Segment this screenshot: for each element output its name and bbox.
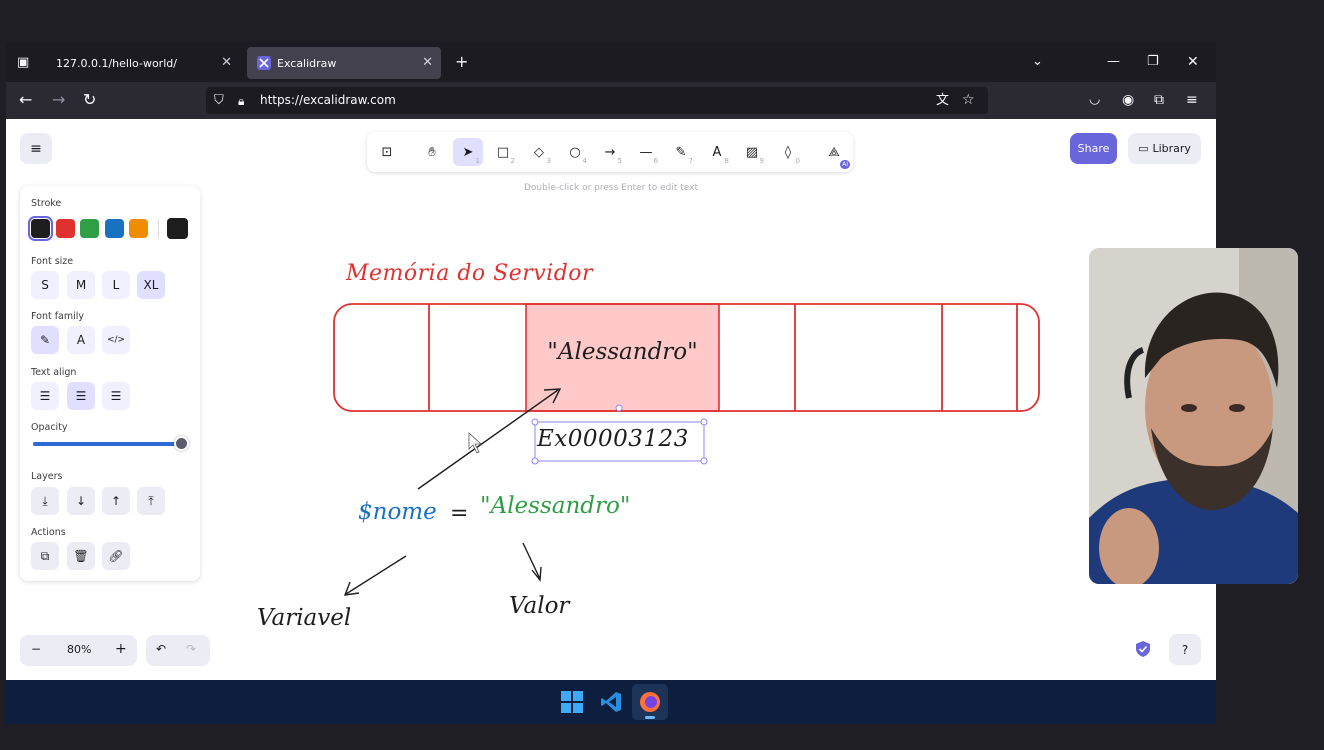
browser-tab-bar: ▣ 127.0.0.1/hello-world/ ✕ Excalidraw ✕ …	[6, 42, 1216, 82]
variable-label[interactable]: Variavel	[257, 605, 351, 631]
tab-overview-icon[interactable]: ▣	[17, 55, 29, 71]
undo-icon[interactable]: ↶	[156, 642, 166, 656]
shield-icon[interactable]: ⛉	[214, 93, 224, 109]
webcam-overlay	[1089, 248, 1298, 584]
translate-icon[interactable]: 文	[936, 93, 949, 109]
zoom-out-button[interactable]: −	[31, 642, 41, 656]
extensions-icon[interactable]: ⧉	[1154, 92, 1164, 108]
resize-handle[interactable]	[700, 418, 708, 426]
minimize-icon[interactable]: —	[1107, 54, 1120, 70]
tab-hello-world[interactable]: 127.0.0.1/hello-world/ ✕	[46, 47, 240, 79]
back-icon[interactable]: ←	[19, 92, 32, 108]
firefox-icon	[640, 692, 660, 712]
forward-icon[interactable]: →	[52, 92, 65, 108]
shield-check-icon[interactable]	[1134, 640, 1152, 658]
os-taskbar	[6, 680, 1216, 724]
memory-cell-value[interactable]: "Alessandro"	[526, 339, 719, 365]
account-icon[interactable]: ◉	[1122, 92, 1134, 108]
star-icon[interactable]: ☆	[962, 92, 975, 108]
resize-handle[interactable]	[531, 418, 539, 426]
mouse-cursor-icon	[468, 432, 483, 454]
lock-icon[interactable]: 🔒︎	[238, 93, 244, 109]
help-icon: ?	[1181, 642, 1189, 657]
drawing-layer	[333, 303, 1040, 596]
rotate-handle[interactable]	[615, 404, 623, 412]
tab-excalidraw[interactable]: Excalidraw ✕	[247, 47, 441, 79]
variable-arrow[interactable]	[345, 555, 407, 595]
excalidraw-favicon-icon	[257, 56, 271, 70]
value-string[interactable]: "Alessandro"	[480, 493, 630, 519]
zoom-level[interactable]: 80%	[67, 643, 91, 656]
chevron-down-icon[interactable]: ⌄	[1032, 54, 1043, 70]
reload-icon[interactable]: ↻	[83, 92, 96, 108]
zoom-controls: − 80% +	[20, 635, 137, 666]
close-window-icon[interactable]: ✕	[1187, 54, 1199, 70]
close-icon[interactable]: ✕	[422, 55, 433, 70]
memory-title[interactable]: Memória do Servidor	[346, 261, 593, 286]
new-tab-icon[interactable]: +	[455, 54, 468, 70]
value-label[interactable]: Valor	[509, 593, 569, 619]
active-app-indicator	[645, 716, 655, 719]
undo-redo-controls: ↶ ↷	[146, 635, 210, 666]
browser-nav-bar: ← → ↻ ⛉ 🔒︎ https://excalidraw.com 文 ☆ ◡ …	[6, 82, 1216, 119]
url-bar[interactable]: ⛉ 🔒︎ https://excalidraw.com 文 ☆	[206, 87, 988, 114]
close-icon[interactable]: ✕	[221, 55, 232, 70]
vscode-icon[interactable]	[600, 691, 622, 713]
screen: ▣ 127.0.0.1/hello-world/ ✕ Excalidraw ✕ …	[0, 0, 1324, 750]
zoom-in-button[interactable]: +	[115, 641, 127, 657]
resize-handle[interactable]	[700, 457, 708, 465]
tab-label: Excalidraw	[277, 56, 337, 70]
tab-label: 127.0.0.1/hello-world/	[56, 56, 177, 70]
equals-sign[interactable]: =	[450, 501, 468, 526]
presenter-video-image	[1089, 248, 1298, 584]
help-button[interactable]: ?	[1169, 634, 1201, 665]
url-text: https://excalidraw.com	[260, 93, 396, 107]
menu-icon[interactable]: ≡	[1186, 92, 1198, 108]
variable-name[interactable]: $nome	[358, 499, 437, 525]
redo-icon[interactable]: ↷	[186, 642, 196, 656]
memory-address[interactable]: Ex00003123	[537, 426, 689, 452]
resize-handle[interactable]	[531, 457, 539, 465]
excalidraw-canvas[interactable]: ≡ ⊡ ✋︎ ➤ 1 □ 2 ◇ 3 ○ 4 → 5 —6 ✎ 7 A8 ▨ 9 ◊ 0 ⟁ A…	[6, 119, 1216, 680]
restore-icon[interactable]: ❐	[1147, 54, 1159, 70]
pocket-icon[interactable]: ◡	[1089, 92, 1100, 108]
value-arrow[interactable]	[522, 542, 541, 580]
arrowhead	[531, 566, 542, 582]
firefox-taskbar-button[interactable]	[632, 684, 668, 720]
windows-start-icon[interactable]	[561, 691, 583, 713]
